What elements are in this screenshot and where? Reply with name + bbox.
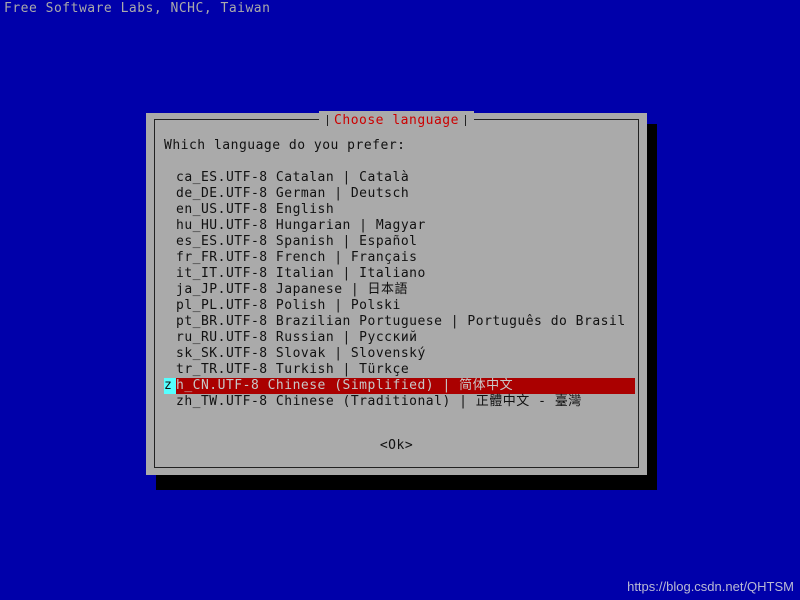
list-item[interactable]: de_DE.UTF-8 German | Deutsch [164,186,635,202]
list-item-label: ru_RU.UTF-8 Russian | Русский [176,330,418,345]
list-item-label: hu_HU.UTF-8 Hungarian | Magyar [176,218,426,233]
list-item[interactable]: ru_RU.UTF-8 Russian | Русский [164,330,635,346]
list-item-label: fr_FR.UTF-8 French | Français [176,250,418,265]
list-item-label: zh_TW.UTF-8 Chinese (Traditional) | 正體中文… [176,394,582,409]
list-item[interactable]: fr_FR.UTF-8 French | Français [164,250,635,266]
prompt-text: Which language do you prefer: [164,138,406,153]
list-item-label: pt_BR.UTF-8 Brazilian Portuguese | Portu… [176,314,626,329]
list-item[interactable]: es_ES.UTF-8 Spanish | Español [164,234,635,250]
list-item[interactable]: z h_CN.UTF-8 Chinese (Simplified) | 简体中文 [164,378,635,394]
list-item-label: es_ES.UTF-8 Spanish | Español [176,234,418,249]
list-item-label: ja_JP.UTF-8 Japanese | 日本語 [176,282,409,297]
list-item[interactable]: tr_TR.UTF-8 Turkish | Türkçe [164,362,635,378]
list-item-label: pl_PL.UTF-8 Polish | Polski [176,298,401,313]
list-item-label: ca_ES.UTF-8 Catalan | Català [176,170,410,185]
ok-button[interactable]: <Ok> [156,438,637,454]
list-item-label: h_CN.UTF-8 Chinese (Simplified) | 简体中文 [176,378,514,393]
language-list[interactable]: ca_ES.UTF-8 Catalan | Català de_DE.UTF-8 … [164,170,635,410]
list-item[interactable]: zh_TW.UTF-8 Chinese (Traditional) | 正體中文… [164,394,635,410]
list-item[interactable]: en_US.UTF-8 English [164,202,635,218]
list-item[interactable]: it_IT.UTF-8 Italian | Italiano [164,266,635,282]
list-item-label: de_DE.UTF-8 German | Deutsch [176,186,410,201]
list-item-label: tr_TR.UTF-8 Turkish | Türkçe [176,362,410,377]
list-item[interactable]: ja_JP.UTF-8 Japanese | 日本語 [164,282,635,298]
list-item[interactable]: ca_ES.UTF-8 Catalan | Català [164,170,635,186]
list-item[interactable]: pl_PL.UTF-8 Polish | Polski [164,298,635,314]
list-item-label: sk_SK.UTF-8 Slovak | Slovenský [176,346,426,361]
list-item-label: it_IT.UTF-8 Italian | Italiano [176,266,426,281]
dialog-body: Which language do you prefer: ca_ES.UTF-… [156,121,637,466]
vendor-banner: Free Software Labs, NCHC, Taiwan [4,1,271,16]
list-item[interactable]: sk_SK.UTF-8 Slovak | Slovenský [164,346,635,362]
text-cursor: z [164,378,176,394]
watermark: https://blog.csdn.net/QHTSM [627,579,794,594]
list-item[interactable]: hu_HU.UTF-8 Hungarian | Magyar [164,218,635,234]
list-item-label: en_US.UTF-8 English [176,202,335,217]
list-item[interactable]: pt_BR.UTF-8 Brazilian Portuguese | Portu… [164,314,635,330]
choose-language-dialog: Choose language Which language do you pr… [146,111,647,475]
